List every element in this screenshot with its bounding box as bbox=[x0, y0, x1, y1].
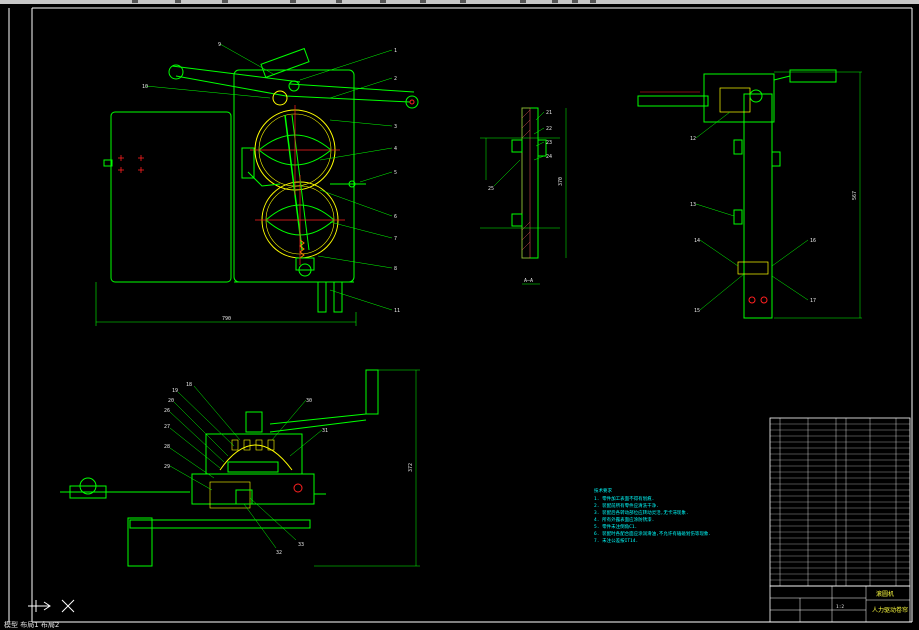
svg-text:3. 装配后各转动部位应转动灵活,无卡滞现象.: 3. 装配后各转动部位应转动灵活,无卡滞现象. bbox=[594, 509, 689, 516]
front-view: 790 9 10 1 2 3 4 5 6 7 8 11 bbox=[95, 42, 419, 326]
svg-text:15: 15 bbox=[694, 308, 700, 314]
section-view: 370 21 22 23 24 25 A—A bbox=[480, 107, 567, 285]
svg-text:1: 1 bbox=[394, 48, 397, 54]
svg-text:32: 32 bbox=[276, 550, 282, 556]
svg-text:2: 2 bbox=[394, 76, 397, 82]
svg-text:25: 25 bbox=[488, 186, 494, 192]
title-subtitle: 人力驱动卷帘 bbox=[872, 606, 908, 614]
svg-text:370: 370 bbox=[558, 177, 564, 186]
technical-notes: 技术要求 1. 零件加工表面不得有划痕. 2. 装配前所有零件应清洗干净. 3.… bbox=[594, 487, 711, 544]
svg-text:29: 29 bbox=[164, 464, 170, 470]
svg-text:27: 27 bbox=[164, 424, 170, 430]
svg-text:6. 装配时各配合面应涂润滑油,不允许有磕碰划伤等现象.: 6. 装配时各配合面应涂润滑油,不允许有磕碰划伤等现象. bbox=[594, 530, 711, 537]
svg-text:1. 零件加工表面不得有划痕.: 1. 零件加工表面不得有划痕. bbox=[594, 495, 654, 502]
notes-heading: 技术要求 bbox=[594, 487, 612, 494]
svg-text:28: 28 bbox=[164, 444, 170, 450]
svg-text:22: 22 bbox=[546, 126, 552, 132]
svg-text:10: 10 bbox=[142, 84, 148, 90]
svg-text:30: 30 bbox=[306, 398, 312, 404]
svg-text:13: 13 bbox=[690, 202, 696, 208]
svg-text:33: 33 bbox=[298, 542, 304, 548]
svg-text:20: 20 bbox=[168, 398, 174, 404]
svg-text:567: 567 bbox=[852, 191, 858, 200]
svg-text:19: 19 bbox=[172, 388, 178, 394]
svg-text:7. 未注公差按IT14.: 7. 未注公差按IT14. bbox=[594, 537, 638, 544]
svg-text:18: 18 bbox=[186, 382, 192, 388]
svg-text:23: 23 bbox=[546, 140, 552, 146]
svg-text:14: 14 bbox=[694, 238, 700, 244]
svg-text:17: 17 bbox=[810, 298, 816, 304]
svg-text:5: 5 bbox=[394, 170, 397, 176]
ucs-icon bbox=[28, 599, 75, 613]
side-view: 567 12 13 14 15 16 17 bbox=[637, 69, 862, 319]
svg-text:2. 装配前所有零件应清洗干净.: 2. 装配前所有零件应清洗干净. bbox=[594, 502, 659, 509]
drawing-frame bbox=[8, 7, 913, 623]
svg-text:7: 7 bbox=[394, 236, 397, 242]
svg-text:26: 26 bbox=[164, 408, 170, 414]
dim-front-width: 790 bbox=[222, 316, 231, 322]
cad-drawing-canvas[interactable]: 790 9 10 1 2 3 4 5 6 7 8 11 370 21 22 23… bbox=[0, 0, 919, 629]
balloon-f11: 9 bbox=[218, 42, 221, 48]
section-label: A—A bbox=[524, 278, 533, 284]
svg-text:31: 31 bbox=[322, 428, 328, 434]
svg-text:21: 21 bbox=[546, 110, 552, 116]
top-view: 372 18 19 20 26 27 28 29 30 31 32 33 bbox=[60, 369, 420, 567]
svg-text:16: 16 bbox=[810, 238, 816, 244]
title-sheet: 1:2 bbox=[836, 604, 844, 610]
svg-text:3: 3 bbox=[394, 124, 397, 130]
svg-text:8: 8 bbox=[394, 266, 397, 272]
svg-text:4: 4 bbox=[394, 146, 397, 152]
svg-text:11: 11 bbox=[394, 308, 400, 314]
bom-table bbox=[769, 417, 911, 587]
title-name: 滚圆机 bbox=[876, 590, 894, 598]
svg-text:24: 24 bbox=[546, 154, 552, 160]
svg-text:372: 372 bbox=[408, 463, 414, 472]
svg-text:4. 所有外露表面应涂防锈漆.: 4. 所有外露表面应涂防锈漆. bbox=[594, 516, 654, 523]
svg-text:5. 零件未注倒角C1.: 5. 零件未注倒角C1. bbox=[594, 523, 637, 530]
svg-text:6: 6 bbox=[394, 214, 397, 220]
svg-text:12: 12 bbox=[690, 136, 696, 142]
title-block: 滚圆机 人力驱动卷帘 1:2 bbox=[769, 585, 911, 623]
